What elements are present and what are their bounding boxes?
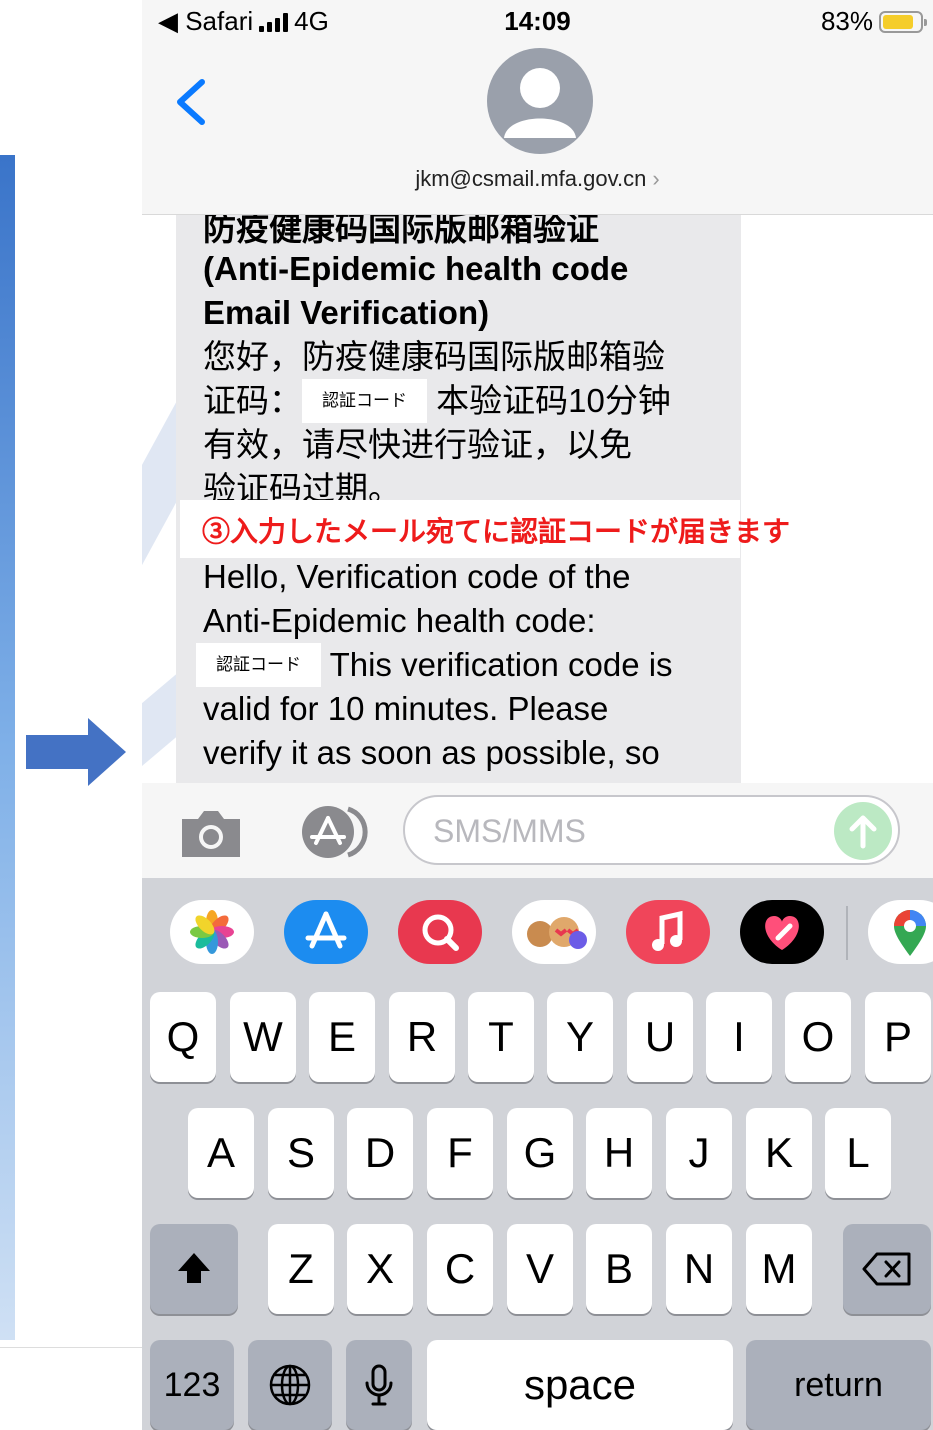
- appstore-icon[interactable]: [290, 805, 370, 859]
- right-arrow-icon: [26, 718, 126, 786]
- annotation-text: ③入力したメール宛てに認証コードが届きます: [202, 516, 791, 547]
- message-en-validity: This verification code is: [321, 646, 673, 683]
- background-stripe: [0, 155, 15, 1340]
- divider: [0, 1347, 142, 1348]
- music-icon[interactable]: [626, 900, 710, 964]
- key-w[interactable]: W: [230, 992, 296, 1082]
- key-k[interactable]: K: [746, 1108, 812, 1198]
- key-n[interactable]: N: [666, 1224, 732, 1314]
- message-input-placeholder: SMS/MMS: [433, 813, 586, 849]
- shift-icon[interactable]: [150, 1224, 238, 1314]
- message-input-bar: SMS/MMS: [142, 783, 933, 878]
- message-en-line: valid for 10 minutes. Please: [203, 690, 609, 727]
- annotation-banner: ③入力したメール宛てに認証コードが届きます: [180, 500, 790, 558]
- battery-icon: [879, 10, 927, 33]
- key-u[interactable]: U: [627, 992, 693, 1082]
- message-en-line: Hello, Verification code of the: [203, 558, 631, 595]
- status-bar: ◀ Safari 4G 14:09 83%: [142, 0, 933, 44]
- heart-app-icon[interactable]: [740, 900, 824, 964]
- mic-icon[interactable]: [346, 1340, 412, 1430]
- clock: 14:09: [504, 6, 571, 36]
- key-x[interactable]: X: [347, 1224, 413, 1314]
- key-j[interactable]: J: [666, 1108, 732, 1198]
- key-r[interactable]: R: [389, 992, 455, 1082]
- message-zh-validity: 本验证码10分钟: [436, 382, 671, 419]
- message-zh-code-label: 证码：: [203, 382, 302, 419]
- key-o[interactable]: O: [785, 992, 851, 1082]
- code-placeholder: 認証コード: [302, 379, 427, 423]
- avatar-icon[interactable]: [487, 48, 593, 154]
- camera-icon[interactable]: [178, 809, 244, 859]
- code-placeholder: 認証コード: [196, 643, 321, 687]
- space-key[interactable]: space: [427, 1340, 733, 1430]
- key-l[interactable]: L: [825, 1108, 891, 1198]
- message-en-line: Anti-Epidemic health code:: [203, 602, 596, 639]
- key-i[interactable]: I: [706, 992, 772, 1082]
- key-q[interactable]: Q: [150, 992, 216, 1082]
- divider: [846, 906, 848, 960]
- memoji-icon[interactable]: [512, 900, 596, 964]
- send-icon[interactable]: [834, 802, 892, 860]
- sender-address[interactable]: jkm@csmail.mfa.gov.cn ›: [142, 166, 933, 192]
- key-s[interactable]: S: [268, 1108, 334, 1198]
- appstore-app-icon[interactable]: [284, 900, 368, 964]
- globe-icon[interactable]: [248, 1340, 332, 1430]
- key-t[interactable]: T: [468, 992, 534, 1082]
- message-title-en-2: Email Verification): [203, 294, 490, 331]
- return-key[interactable]: return: [746, 1340, 931, 1430]
- message-zh-line: 有效，请尽快进行验证，以免: [203, 426, 632, 463]
- sender-email: jkm@csmail.mfa.gov.cn: [415, 166, 647, 191]
- keyboard: Q W E R T Y U I O P A S D F G H J K L Z …: [142, 990, 933, 1430]
- battery-percent: 83%: [820, 6, 873, 36]
- key-f[interactable]: F: [427, 1108, 493, 1198]
- search-app-icon[interactable]: [398, 900, 482, 964]
- key-v[interactable]: V: [507, 1224, 573, 1314]
- background-panel: [0, 0, 142, 1430]
- message-input[interactable]: SMS/MMS: [403, 795, 900, 865]
- app-drawer: [142, 878, 933, 990]
- message-zh-code-line: 证码： 認証コード 本验证码10分钟: [203, 379, 733, 423]
- message-en-line: verify it as soon as possible, so: [203, 734, 660, 771]
- key-m[interactable]: M: [746, 1224, 812, 1314]
- delete-icon[interactable]: [843, 1224, 931, 1314]
- message-title-zh: 防疫健康码国际版邮箱验证: [203, 215, 599, 247]
- key-d[interactable]: D: [347, 1108, 413, 1198]
- key-g[interactable]: G: [507, 1108, 573, 1198]
- photos-icon[interactable]: [170, 900, 254, 964]
- numbers-key[interactable]: 123: [150, 1340, 234, 1430]
- key-h[interactable]: H: [586, 1108, 652, 1198]
- chevron-right-icon: ›: [652, 166, 660, 191]
- phone-screen: jkm@csmail.mfa.gov.cn › ◀ Safari 4G 14:09…: [142, 0, 933, 1430]
- back-chevron-icon[interactable]: [174, 78, 206, 126]
- key-y[interactable]: Y: [547, 992, 613, 1082]
- key-b[interactable]: B: [586, 1224, 652, 1314]
- key-e[interactable]: E: [309, 992, 375, 1082]
- message-title-en-1: (Anti-Epidemic health code: [203, 250, 629, 287]
- message-zh-line: 您好，防疫健康码国际版邮箱验: [203, 338, 665, 375]
- message-en-code-line: 認証コード This verification code is: [196, 643, 726, 687]
- maps-icon[interactable]: [868, 900, 933, 964]
- message-bubble: 防疫健康码国际版邮箱验证 (Anti-Epidemic health code …: [176, 215, 741, 783]
- key-p[interactable]: P: [865, 992, 931, 1082]
- key-c[interactable]: C: [427, 1224, 493, 1314]
- key-a[interactable]: A: [188, 1108, 254, 1198]
- key-z[interactable]: Z: [268, 1224, 334, 1314]
